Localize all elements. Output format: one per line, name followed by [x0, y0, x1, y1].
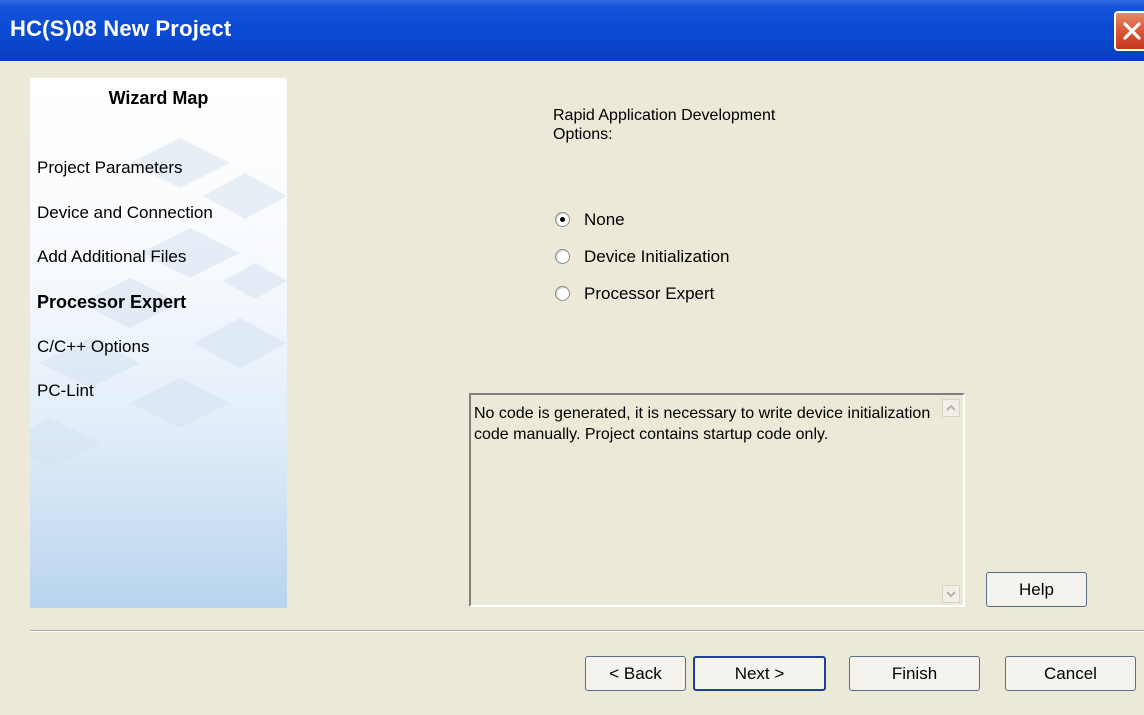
- next-button[interactable]: Next >: [693, 656, 826, 691]
- radio-button-checked[interactable]: [555, 212, 570, 227]
- title-bar[interactable]: HC(S)08 New Project: [0, 0, 1144, 61]
- scroll-up-arrow[interactable]: [942, 399, 960, 417]
- scroll-down-arrow[interactable]: [942, 585, 960, 603]
- description-textbox[interactable]: No code is generated, it is necessary to…: [469, 393, 965, 607]
- chevron-up-icon: [946, 404, 956, 411]
- finish-button[interactable]: Finish: [849, 656, 980, 691]
- rad-options-heading: Rapid Application Development Options:: [553, 107, 776, 143]
- radio-none[interactable]: None: [555, 210, 755, 232]
- description-text: No code is generated, it is necessary to…: [474, 405, 931, 443]
- help-button[interactable]: Help: [986, 572, 1087, 607]
- close-button[interactable]: [1114, 11, 1144, 51]
- radio-label-device-initialization: Device Initialization: [584, 247, 730, 266]
- radio-label-none: None: [584, 210, 625, 229]
- radio-device-initialization[interactable]: Device Initialization: [555, 247, 775, 269]
- wizard-item-add-additional-files: Add Additional Files: [37, 247, 187, 266]
- wizard-item-processor-expert: Processor Expert: [37, 292, 187, 312]
- back-button[interactable]: < Back: [585, 656, 686, 691]
- separator-line: [30, 630, 1144, 632]
- radio-processor-expert[interactable]: Processor Expert: [555, 284, 755, 306]
- wizard-item-device-and-connection: Device and Connection: [37, 203, 213, 222]
- vertical-scrollbar[interactable]: [942, 399, 960, 603]
- wizard-map-title: Wizard Map: [108, 88, 209, 108]
- window-title: HC(S)08 New Project: [10, 16, 232, 41]
- radio-button-unchecked[interactable]: [555, 249, 570, 264]
- close-icon: [1123, 22, 1141, 40]
- chevron-down-icon: [946, 591, 956, 598]
- wizard-item-project-parameters: Project Parameters: [37, 158, 183, 177]
- cancel-button[interactable]: Cancel: [1005, 656, 1136, 691]
- radio-label-processor-expert: Processor Expert: [584, 284, 715, 303]
- radio-button-unchecked[interactable]: [555, 286, 570, 301]
- wizard-item-pc-lint: PC-Lint: [37, 381, 94, 400]
- wizard-item-cc-options: C/C++ Options: [37, 337, 150, 356]
